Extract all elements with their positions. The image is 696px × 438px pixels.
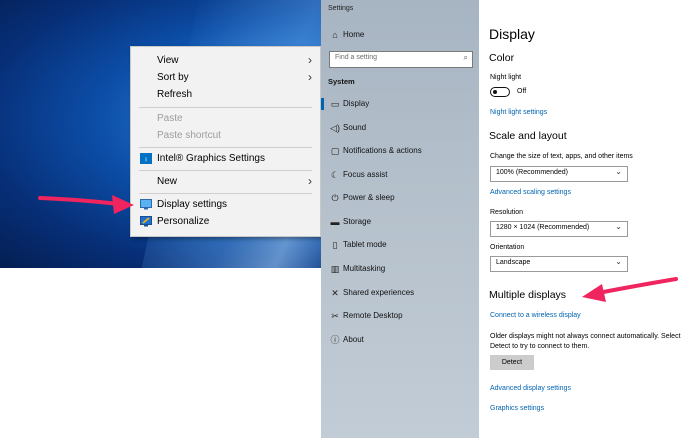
annotation-arrows [38,195,678,302]
annotation-arrow-display-settings [38,195,134,214]
annotation-arrow-multiple-displays [582,277,678,302]
